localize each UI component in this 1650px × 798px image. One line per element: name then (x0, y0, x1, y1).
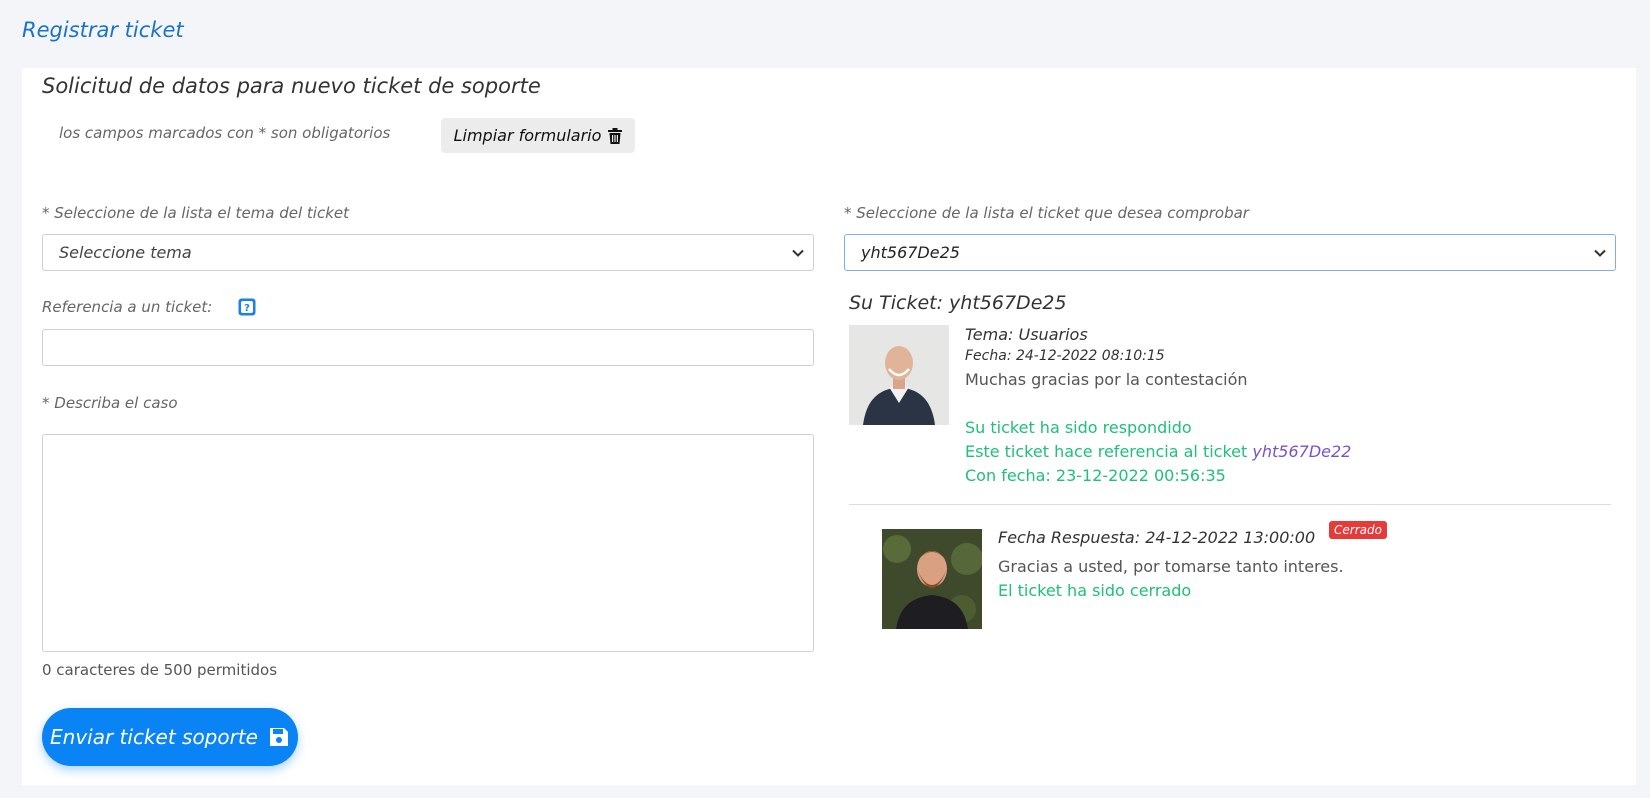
describe-label: * Describa el caso (42, 394, 178, 412)
topic-select[interactable]: Seleccione tema (42, 234, 814, 271)
char-counter: 0 caracteres de 500 permitidos (42, 661, 278, 679)
avatar (849, 325, 949, 425)
clear-form-button[interactable]: Limpiar formulario (441, 118, 635, 153)
description-textarea[interactable] (42, 434, 814, 652)
response-status: El ticket ha sido cerrado (998, 581, 1192, 600)
referenced-ticket-link[interactable]: yht567De22 (1252, 442, 1351, 461)
send-ticket-button[interactable]: Enviar ticket soporte (42, 708, 298, 766)
send-ticket-label: Enviar ticket soporte (50, 725, 258, 749)
response-message: Gracias a usted, por tomarse tanto inter… (998, 557, 1344, 576)
divider (849, 504, 1611, 505)
save-icon (269, 728, 288, 746)
check-ticket-select-value: yht567De25 (861, 243, 960, 262)
check-ticket-label: * Seleccione de la lista el ticket que d… (844, 204, 1249, 222)
ticket-message: Muchas gracias por la contestación (965, 370, 1248, 389)
question-icon[interactable]: ? (238, 298, 256, 316)
chevron-down-icon (1594, 249, 1606, 257)
response-date: Fecha Respuesta: 24-12-2022 13:00:00 (998, 528, 1316, 547)
chevron-down-icon (792, 249, 804, 257)
ticket-reference-date: Con fecha: 23-12-2022 00:56:35 (965, 466, 1226, 485)
svg-text:?: ? (244, 303, 250, 314)
ticket-title: Su Ticket: yht567De25 (849, 292, 1067, 314)
topic-label: * Seleccione de la lista el tema del tic… (42, 204, 350, 222)
trash-icon (608, 127, 623, 144)
ticket-status: Su ticket ha sido respondido (965, 418, 1192, 437)
clear-form-label: Limpiar formulario (453, 126, 602, 145)
required-fields-note: los campos marcados con * son obligatori… (59, 124, 391, 142)
check-ticket-select[interactable]: yht567De25 (844, 234, 1616, 271)
topic-select-value: Seleccione tema (59, 243, 192, 262)
status-badge: Cerrado (1329, 521, 1387, 539)
page-title: Registrar ticket (22, 18, 184, 42)
reference-input[interactable] (42, 329, 814, 366)
form-heading: Solicitud de datos para nuevo ticket de … (42, 74, 541, 98)
avatar (882, 529, 982, 629)
reference-label: Referencia a un ticket: (42, 298, 213, 316)
ticket-date: Fecha: 24-12-2022 08:10:15 (965, 348, 1165, 364)
ticket-reference-text: Este ticket hace referencia al ticket (965, 442, 1248, 461)
ticket-topic: Tema: Usuarios (965, 325, 1088, 344)
ticket-reference-line: Este ticket hace referencia al ticket yh… (965, 442, 1351, 461)
